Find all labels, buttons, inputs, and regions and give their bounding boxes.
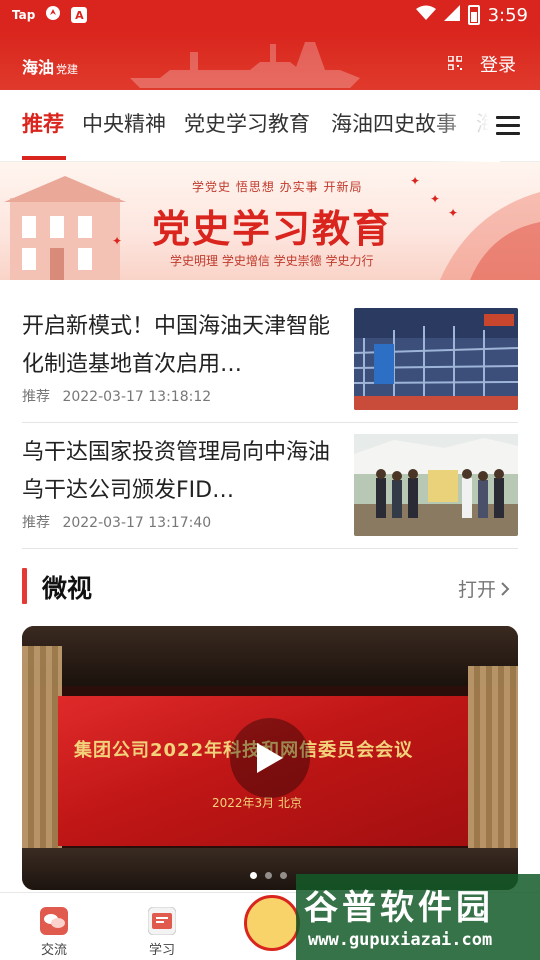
qr-code-icon[interactable] bbox=[448, 56, 462, 70]
carousel-dots bbox=[250, 872, 287, 879]
bird-icon: ✦ bbox=[430, 192, 441, 206]
navigation-icon bbox=[45, 5, 61, 25]
news-item[interactable]: 乌干达国家投资管理局向中海油乌干达公司颁发FID… 推荐 2022-03-17 … bbox=[22, 434, 518, 560]
ship-silhouette-icon bbox=[130, 42, 360, 88]
status-bar: Tap A 3:59 bbox=[0, 0, 540, 30]
watermark: 谷普软件园 www.gupuxiazai.com bbox=[296, 874, 540, 960]
nav-study[interactable]: 学习 bbox=[132, 906, 192, 958]
tab-recommend[interactable]: 推荐 bbox=[22, 108, 64, 138]
news-time: 2022-03-17 13:18:12 bbox=[62, 389, 212, 405]
category-tabs: 推荐 中央精神 党史学习教育 海油四史故事 海 bbox=[0, 90, 540, 162]
logo-text: 海油 bbox=[22, 58, 55, 77]
chat-icon bbox=[40, 907, 68, 935]
flag-illustration-icon bbox=[440, 192, 540, 280]
news-item[interactable]: 开启新模式！中国海油天津智能化制造基地首次启用… 推荐 2022-03-17 1… bbox=[22, 308, 518, 434]
divider bbox=[22, 422, 518, 423]
tab-fade bbox=[430, 90, 500, 162]
banner-title: 党史学习教育 bbox=[152, 207, 393, 251]
app-logo: 海油 党建 bbox=[22, 54, 78, 78]
section-accent-bar bbox=[22, 568, 27, 604]
nav-chat[interactable]: 交流 bbox=[24, 907, 84, 958]
bird-icon: ✦ bbox=[448, 206, 459, 220]
text-icon: A bbox=[71, 7, 88, 23]
bird-icon: ✦ bbox=[410, 174, 421, 188]
section-open-button[interactable]: 打开 bbox=[458, 575, 510, 602]
tab-party-history[interactable]: 党史学习教育 bbox=[184, 108, 310, 138]
video-card[interactable]: 集团公司2022年科技和网信委员会会议 2022年3月 北京 bbox=[22, 626, 518, 890]
app-header: 海油 党建 登录 bbox=[0, 30, 540, 90]
banner-subtitle: 学史明理 学史增信 学史崇德 学史力行 bbox=[170, 254, 374, 268]
video-ceiling bbox=[22, 626, 518, 686]
chevron-right-icon bbox=[501, 581, 510, 596]
news-time: 2022-03-17 13:17:40 bbox=[62, 515, 212, 531]
promo-banner[interactable]: ✦ ✦ ✦ ✦ 学党史 悟思想 办实事 开新局 党史学习教育 学史明理 学史增信… bbox=[0, 162, 540, 280]
center-mascot-icon[interactable] bbox=[244, 895, 300, 951]
watermark-url: www.gupuxiazai.com bbox=[308, 930, 493, 950]
news-meta: 推荐 2022-03-17 13:17:40 bbox=[22, 512, 211, 532]
logo-sub: 党建 bbox=[56, 63, 79, 76]
play-button[interactable] bbox=[230, 718, 310, 798]
tab-central-spirit[interactable]: 中央精神 bbox=[82, 108, 166, 138]
divider bbox=[22, 548, 518, 549]
video-screen-date: 2022年3月 北京 bbox=[212, 796, 302, 810]
signal-icon bbox=[443, 4, 460, 26]
bird-icon: ✦ bbox=[112, 234, 123, 248]
news-meta: 推荐 2022-03-17 13:18:12 bbox=[22, 386, 211, 406]
nav-label: 学习 bbox=[148, 943, 175, 958]
news-thumbnail bbox=[354, 434, 518, 536]
news-tag: 推荐 bbox=[22, 389, 50, 405]
building-illustration-icon bbox=[4, 176, 126, 280]
status-time: 3:59 bbox=[487, 4, 528, 26]
login-button[interactable]: 登录 bbox=[480, 51, 516, 77]
wifi-icon bbox=[415, 5, 436, 26]
section-title: 微视 bbox=[42, 574, 93, 603]
carousel-dot[interactable] bbox=[250, 872, 257, 879]
banner-slogan: 学党史 悟思想 办实事 开新局 bbox=[192, 180, 363, 194]
carousel-dot[interactable] bbox=[280, 872, 287, 879]
section-open-label: 打开 bbox=[458, 579, 497, 601]
news-title: 乌干达国家投资管理局向中海油乌干达公司颁发FID… bbox=[22, 440, 331, 503]
carousel-dot[interactable] bbox=[265, 872, 272, 879]
watermark-title: 谷普软件园 bbox=[304, 888, 494, 928]
news-tag: 推荐 bbox=[22, 515, 50, 531]
active-tab-indicator bbox=[22, 156, 66, 160]
study-icon bbox=[147, 906, 177, 936]
battery-icon bbox=[467, 5, 480, 25]
menu-icon[interactable] bbox=[496, 116, 520, 136]
news-thumbnail bbox=[354, 308, 518, 410]
news-title: 开启新模式！中国海油天津智能化制造基地首次启用… bbox=[22, 314, 331, 377]
nav-label: 交流 bbox=[40, 943, 67, 958]
tap-app-icon: Tap bbox=[12, 8, 36, 22]
play-icon bbox=[257, 743, 283, 773]
